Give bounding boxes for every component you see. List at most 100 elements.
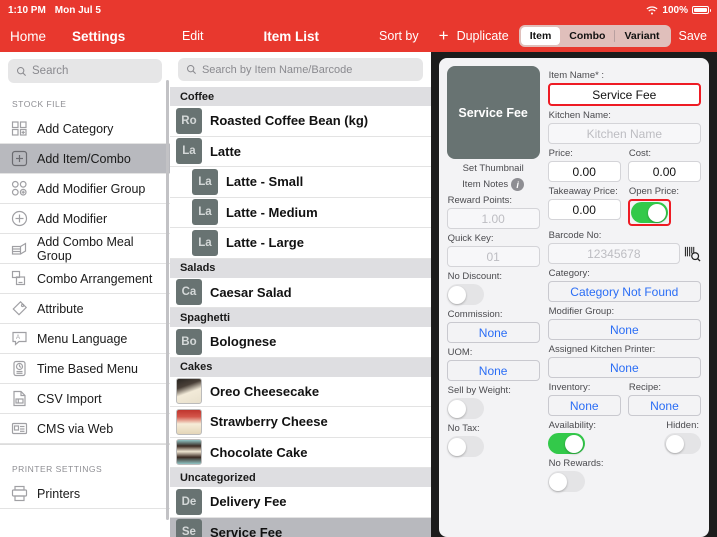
- sidebar-search-placeholder: Search: [32, 65, 69, 77]
- takeaway-price-input[interactable]: 0.00: [547, 199, 621, 220]
- sidebar-item-combo-arrangement[interactable]: Combo Arrangement: [0, 264, 170, 294]
- no-discount-toggle[interactable]: [446, 284, 484, 305]
- sidebar-search-input[interactable]: Search: [8, 59, 162, 83]
- sidebar-item-add-modifier[interactable]: Add Modifier: [0, 204, 170, 234]
- quick-key-input[interactable]: 01: [446, 246, 540, 267]
- edit-button[interactable]: Edit: [182, 29, 204, 43]
- sidebar-item-label: Add Modifier Group: [37, 181, 146, 196]
- segment-item[interactable]: Item: [520, 27, 561, 45]
- sell-by-weight-toggle[interactable]: [446, 398, 484, 419]
- list-item[interactable]: La Latte - Medium: [169, 197, 431, 228]
- open-price-toggle[interactable]: [630, 202, 668, 223]
- cms-icon: [11, 420, 28, 437]
- no-rewards-toggle[interactable]: [547, 471, 585, 492]
- duplicate-button[interactable]: Duplicate: [457, 29, 509, 43]
- category-label: Category:: [548, 268, 590, 279]
- hidden-label: Hidden:: [666, 420, 700, 431]
- list-item[interactable]: Oreo Cheesecake: [169, 376, 431, 407]
- sidebar-list: STOCK FILE Add Category Add Item/Combo A…: [0, 89, 170, 537]
- list-group-header: Coffee: [169, 87, 431, 106]
- sidebar-scrollbar[interactable]: [166, 80, 169, 520]
- app-screen: 1:10 PM Mon Jul 5 Home Settings Search S…: [0, 0, 717, 537]
- assigned-kitchen-printer-select[interactable]: None: [547, 357, 701, 378]
- item-detail-panel: 100% + Duplicate Item Combo Variant Save…: [430, 0, 717, 537]
- commission-select[interactable]: None: [446, 322, 540, 343]
- item-list-panel: Edit Item List Sort by Search by Item Na…: [169, 0, 431, 537]
- kitchen-name-label: Kitchen Name:: [548, 110, 611, 121]
- item-badge: Se: [175, 519, 202, 537]
- list-item-selected[interactable]: Se Service Fee: [169, 517, 431, 537]
- sidebar-item-time-based-menu[interactable]: Time Based Menu: [0, 354, 170, 384]
- sidebar-item-cms-via-web[interactable]: CMS via Web: [0, 414, 170, 444]
- list-item[interactable]: La Latte: [169, 136, 431, 167]
- sidebar-item-label: Add Item/Combo: [37, 151, 131, 166]
- sidebar-section-stock-file: STOCK FILE: [0, 89, 170, 114]
- item-name: Latte - Large: [225, 235, 304, 251]
- sidebar-item-add-combo-meal-group[interactable]: Add Combo Meal Group: [0, 234, 170, 264]
- item-search-input[interactable]: Search by Item Name/Barcode: [177, 58, 423, 81]
- sort-by-button[interactable]: Sort by: [379, 29, 419, 43]
- price-label: Price:: [548, 148, 573, 159]
- hidden-toggle[interactable]: [664, 433, 702, 454]
- barcode-scan-icon[interactable]: [684, 245, 701, 262]
- sidebar-item-csv-import[interactable]: CSV Import: [0, 384, 170, 414]
- modifier-group-select[interactable]: None: [547, 319, 701, 340]
- add-category-icon: [11, 120, 28, 137]
- item-badge: La: [191, 229, 218, 256]
- printer-icon: [11, 485, 28, 502]
- sidebar-item-label: Add Combo Meal Group: [37, 234, 134, 263]
- sidebar-item-add-modifier-group[interactable]: Add Modifier Group: [0, 174, 170, 204]
- item-name: Latte: [209, 143, 241, 159]
- list-item[interactable]: Chocolate Cake: [169, 437, 431, 468]
- list-item[interactable]: Ro Roasted Coffee Bean (kg): [169, 106, 431, 137]
- category-select[interactable]: Category Not Found: [547, 281, 701, 302]
- sidebar-section-printer-settings: PRINTER SETTINGS: [0, 454, 170, 479]
- barcode-input[interactable]: 12345678: [547, 243, 680, 264]
- item-badge: La: [191, 199, 218, 226]
- item-thumbnail-large[interactable]: Service Fee: [446, 66, 540, 159]
- inventory-select[interactable]: None: [547, 395, 621, 416]
- segment-variant[interactable]: Variant: [615, 27, 668, 45]
- cost-input[interactable]: 0.00: [627, 161, 702, 182]
- add-icon[interactable]: +: [439, 26, 449, 46]
- price-cost-row: Price: 0.00 Cost: 0.00: [547, 144, 702, 182]
- csv-icon: [11, 390, 28, 407]
- sidebar-item-add-item-combo[interactable]: Add Item/Combo: [0, 144, 170, 174]
- sell-by-weight-label: Sell by Weight:: [447, 385, 511, 396]
- home-button[interactable]: Home: [10, 29, 46, 44]
- list-item[interactable]: La Latte - Large: [169, 228, 431, 259]
- no-tax-toggle[interactable]: [446, 436, 484, 457]
- type-segmented-control[interactable]: Item Combo Variant: [518, 25, 671, 47]
- price-input[interactable]: 0.00: [547, 161, 621, 182]
- uom-select[interactable]: None: [446, 360, 540, 381]
- inventory-label: Inventory:: [548, 382, 591, 393]
- availability-hidden-row: Availability: Hidden:: [547, 416, 702, 454]
- status-date: Mon Jul 5: [54, 4, 101, 16]
- commission-label: Commission:: [447, 309, 503, 320]
- sidebar-item-extra[interactable]: [0, 509, 170, 537]
- kitchen-name-input[interactable]: Kitchen Name: [547, 123, 701, 144]
- list-item[interactable]: Strawberry Cheese: [169, 407, 431, 438]
- item-name-input[interactable]: Service Fee: [547, 83, 701, 106]
- sidebar-item-printers[interactable]: Printers: [0, 479, 170, 509]
- sidebar-item-label: CSV Import: [37, 391, 102, 406]
- language-icon: A: [11, 330, 28, 347]
- list-item[interactable]: La Latte - Small: [169, 167, 431, 198]
- list-item[interactable]: Bo Bolognese: [169, 327, 431, 358]
- sidebar-item-menu-language[interactable]: A Menu Language: [0, 324, 170, 354]
- sidebar-item-label: Combo Arrangement: [37, 271, 153, 286]
- recipe-select[interactable]: None: [627, 395, 702, 416]
- status-bar-middle: [169, 0, 431, 20]
- availability-toggle[interactable]: [547, 433, 585, 454]
- segment-combo[interactable]: Combo: [560, 27, 614, 45]
- set-thumbnail-button[interactable]: Set Thumbnail: [447, 163, 540, 174]
- sidebar-item-attribute[interactable]: Attribute: [0, 294, 170, 324]
- list-item[interactable]: Ca Caesar Salad: [169, 277, 431, 308]
- list-item[interactable]: De Delivery Fee: [169, 487, 431, 518]
- item-notes-button[interactable]: Item Notes i: [447, 178, 540, 191]
- sidebar-item-add-category[interactable]: Add Category: [0, 114, 170, 144]
- reward-points-input[interactable]: 1.00: [446, 208, 540, 229]
- open-price-toggle-highlight: [627, 199, 671, 226]
- sidebar-item-label: Time Based Menu: [37, 361, 138, 376]
- save-button[interactable]: Save: [679, 29, 708, 43]
